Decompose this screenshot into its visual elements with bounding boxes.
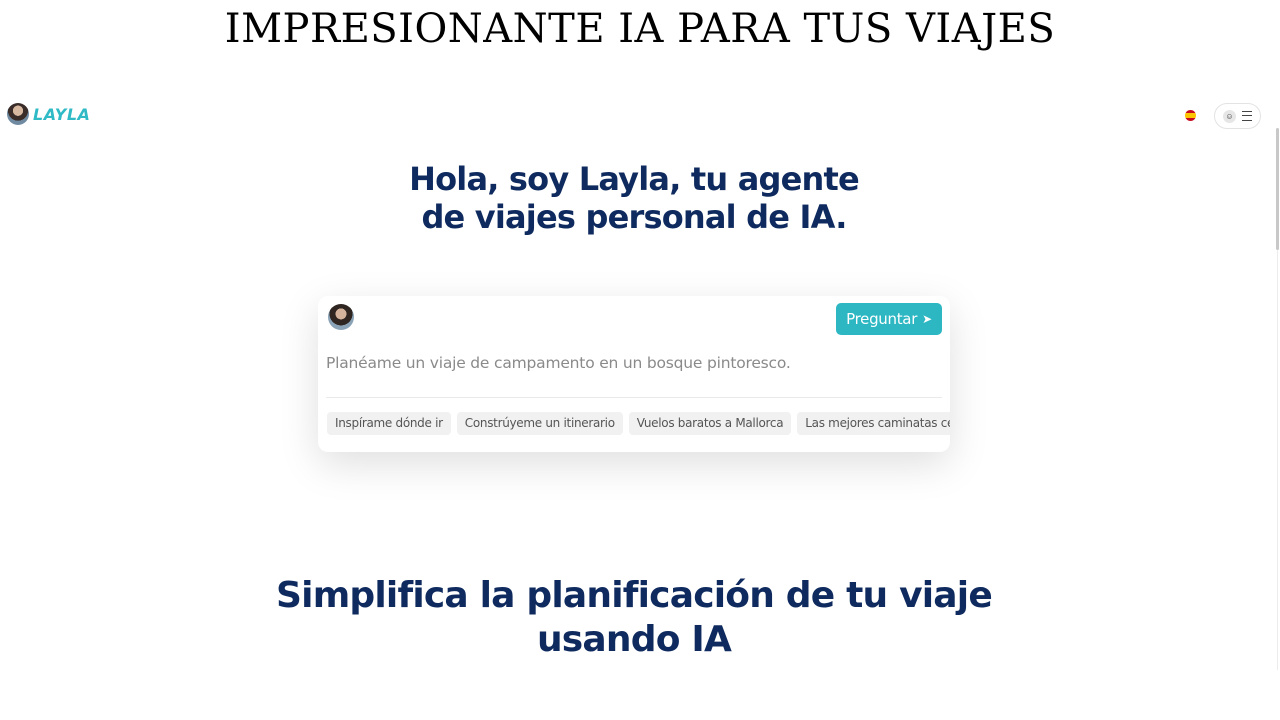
send-icon: ➤	[922, 312, 932, 326]
divider	[326, 397, 942, 398]
scrollbar-track[interactable]	[1277, 250, 1278, 670]
hamburger-menu-icon	[1242, 111, 1252, 121]
suggestion-chip[interactable]: Vuelos baratos a Mallorca	[628, 412, 792, 435]
suggestion-chip[interactable]: Constrúyeme un itinerario	[456, 412, 623, 435]
account-menu-button[interactable]: ☺	[1214, 103, 1261, 129]
layla-avatar	[7, 103, 29, 125]
prompt-input[interactable]	[326, 352, 936, 374]
hero-line-1: Hola, soy Layla, tu agente	[409, 160, 860, 198]
user-icon: ☺	[1223, 109, 1236, 123]
scrollbar-thumb[interactable]	[1276, 128, 1279, 250]
section-line-2: usando IA	[536, 619, 732, 660]
suggestion-chip[interactable]: Las mejores caminatas cerca de	[797, 412, 950, 435]
hero-line-2: de viajes personal de IA.	[421, 198, 847, 236]
hero-heading: Hola, soy Layla, tu agente de viajes per…	[0, 160, 1268, 236]
spain-flag-icon[interactable]	[1185, 110, 1196, 121]
top-nav: LAYLA ☺	[0, 98, 1276, 134]
layla-avatar	[328, 304, 354, 330]
suggestion-chip[interactable]: Inspírame dónde ir	[327, 412, 451, 435]
suggestion-chips: Inspírame dónde ir Constrúyeme un itiner…	[327, 412, 950, 435]
section-line-1: Simplifica la planificación de tu viaje	[276, 575, 993, 616]
ask-button[interactable]: Preguntar ➤	[836, 303, 942, 335]
logo-text: LAYLA	[33, 104, 91, 124]
chat-card: Preguntar ➤ Inspírame dónde ir Constrúye…	[318, 296, 950, 452]
banner-title: IMPRESIONANTE IA PARA TUS VIAJES	[224, 6, 1056, 52]
section-heading: Simplifica la planificación de tu viaje …	[0, 574, 1268, 662]
ask-button-label: Preguntar	[846, 310, 918, 328]
layla-logo[interactable]: LAYLA	[7, 103, 90, 125]
